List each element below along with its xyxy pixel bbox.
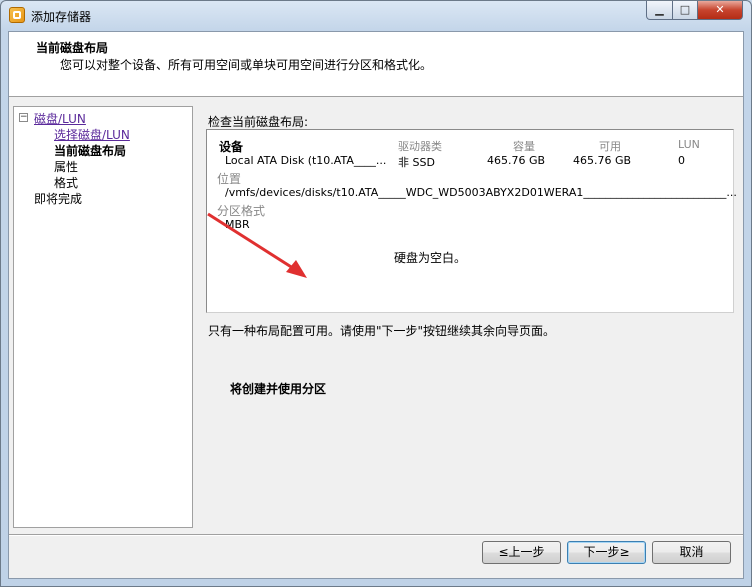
app-icon bbox=[9, 7, 25, 23]
footer-divider bbox=[9, 534, 743, 536]
next-button[interactable]: 下一步≥ bbox=[567, 541, 646, 564]
section-label: 检查当前磁盘布局: bbox=[208, 115, 309, 129]
col-header-device: 设备 bbox=[219, 140, 244, 154]
disk-empty-message: 硬盘为空白。 bbox=[394, 251, 467, 265]
maximize-button[interactable]: □ bbox=[672, 1, 698, 20]
location-value: /vmfs/devices/disks/t10.ATA_____WDC_WD50… bbox=[225, 186, 737, 199]
page-title: 当前磁盘布局 bbox=[36, 41, 109, 55]
cancel-button[interactable]: 取消 bbox=[652, 541, 731, 564]
nav-step-current-layout: 当前磁盘布局 bbox=[54, 144, 127, 158]
drive-type-value: 非 SSD bbox=[398, 156, 435, 169]
partition-summary-text: 将创建并使用分区 bbox=[230, 382, 327, 396]
nav-step-properties: 属性 bbox=[54, 160, 79, 174]
close-button[interactable]: ✕ bbox=[697, 1, 743, 20]
nav-step-ready-to-complete: 即将完成 bbox=[34, 192, 83, 206]
nav-step-select-disk[interactable]: 选择磁盘/LUN bbox=[54, 126, 130, 143]
col-header-lun: LUN bbox=[678, 138, 700, 151]
wizard-header: 当前磁盘布局 您可以对整个设备、所有可用空间或单块可用空间进行分区和格式化。 bbox=[9, 32, 743, 97]
col-header-available: 可用 bbox=[599, 140, 621, 153]
lun-value: 0 bbox=[678, 154, 685, 167]
window-title: 添加存储器 bbox=[31, 10, 92, 24]
page-subtitle: 您可以对整个设备、所有可用空间或单块可用空间进行分区和格式化。 bbox=[60, 58, 433, 72]
minimize-button[interactable]: ▁ bbox=[646, 1, 673, 20]
col-header-drive-type: 驱动器类 bbox=[398, 140, 442, 153]
collapse-icon[interactable]: − bbox=[19, 113, 28, 122]
nav-step-format: 格式 bbox=[54, 176, 79, 190]
col-header-capacity: 容量 bbox=[513, 140, 535, 153]
wizard-client-area: 当前磁盘布局 您可以对整个设备、所有可用空间或单块可用空间进行分区和格式化。 −… bbox=[8, 31, 744, 579]
location-label: 位置 bbox=[217, 172, 242, 186]
back-button[interactable]: ≤上一步 bbox=[482, 541, 561, 564]
nav-step-disk-lun[interactable]: 磁盘/LUN bbox=[34, 110, 86, 127]
available-value: 465.76 GB bbox=[573, 154, 632, 167]
layout-info-text: 只有一种布局配置可用。请使用"下一步"按钮继续其余向导页面。 bbox=[208, 324, 556, 338]
wizard-step-nav: − 磁盘/LUN 选择磁盘/LUN 当前磁盘布局 属性 格式 即将完成 bbox=[13, 106, 193, 528]
red-arrow-annotation bbox=[207, 212, 307, 278]
title-bar[interactable]: 添加存储器 ▁ □ ✕ bbox=[1, 1, 751, 31]
capacity-value: 465.76 GB bbox=[487, 154, 546, 167]
device-name-value: Local ATA Disk (t10.ATA____... bbox=[225, 154, 387, 167]
add-storage-window: 添加存储器 ▁ □ ✕ 当前磁盘布局 您可以对整个设备、所有可用空间或单块可用空… bbox=[0, 0, 752, 587]
